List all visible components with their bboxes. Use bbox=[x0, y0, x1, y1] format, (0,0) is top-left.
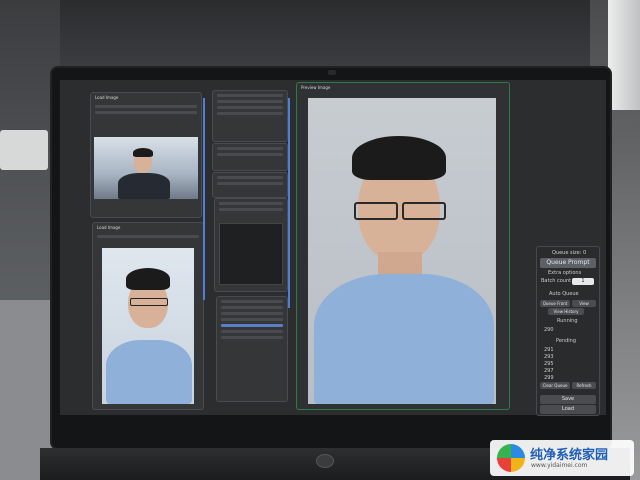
load-button[interactable]: Load bbox=[540, 405, 596, 414]
webcam bbox=[328, 70, 336, 75]
view-queue-button[interactable]: View bbox=[572, 300, 596, 307]
node-field[interactable] bbox=[217, 100, 283, 103]
pending-item: 291 bbox=[544, 347, 554, 353]
node-field[interactable] bbox=[217, 106, 283, 109]
node-field[interactable] bbox=[95, 111, 197, 114]
workflow-node[interactable] bbox=[216, 296, 288, 402]
desk-lamp bbox=[608, 0, 640, 110]
queue-front-button[interactable]: Queue Front bbox=[540, 300, 570, 307]
refresh-button[interactable]: Refresh bbox=[572, 382, 596, 389]
node-field[interactable] bbox=[217, 94, 283, 97]
queue-size-label: Queue size: 0 bbox=[552, 250, 587, 256]
node-title: Load Image bbox=[97, 225, 121, 230]
workflow-node[interactable] bbox=[212, 90, 288, 142]
background-keyboard bbox=[0, 130, 48, 170]
node-wire bbox=[203, 98, 205, 300]
pending-item: 297 bbox=[544, 368, 554, 374]
queue-prompt-button[interactable]: Queue Prompt bbox=[540, 258, 596, 268]
workflow-node[interactable] bbox=[212, 143, 288, 171]
node-field[interactable] bbox=[217, 112, 283, 115]
node-field[interactable] bbox=[221, 336, 283, 339]
node-wire bbox=[288, 98, 290, 308]
portrait-photo bbox=[102, 248, 194, 404]
node-field[interactable] bbox=[97, 235, 199, 238]
preview-photo bbox=[308, 98, 496, 404]
laptop-power-button bbox=[316, 454, 334, 468]
node-title: Load Image bbox=[95, 95, 119, 100]
pending-item: 295 bbox=[544, 361, 554, 367]
batch-count-input[interactable]: 1 bbox=[572, 278, 594, 285]
node-field[interactable] bbox=[217, 182, 283, 185]
node-field[interactable] bbox=[95, 105, 197, 108]
save-button[interactable]: Save bbox=[540, 395, 596, 404]
node-title: Preview Image bbox=[301, 85, 331, 90]
node-field[interactable] bbox=[221, 312, 283, 315]
pending-item: 293 bbox=[544, 354, 554, 360]
node-field[interactable] bbox=[219, 202, 283, 205]
watermark-title: 纯净系统家园 bbox=[530, 448, 609, 463]
watermark-url: www.yidaimei.com bbox=[531, 462, 588, 469]
node-field[interactable] bbox=[219, 208, 283, 211]
node-field[interactable] bbox=[221, 330, 283, 333]
node-field[interactable] bbox=[217, 153, 283, 156]
pending-label: Pending bbox=[556, 338, 576, 344]
clear-queue-button[interactable]: Clear Queue bbox=[540, 382, 570, 389]
running-item: 290 bbox=[544, 327, 554, 333]
workflow-node[interactable] bbox=[212, 172, 288, 198]
node-field[interactable] bbox=[221, 300, 283, 303]
node-field[interactable] bbox=[221, 306, 283, 309]
watermark-logo-icon bbox=[497, 444, 525, 472]
extra-options-label: Extra options bbox=[548, 270, 582, 276]
node-field[interactable] bbox=[217, 176, 283, 179]
view-history-button[interactable]: View History bbox=[548, 308, 584, 315]
batch-count-label: Batch count bbox=[541, 278, 572, 284]
workflow-node[interactable] bbox=[214, 198, 288, 292]
pending-item: 299 bbox=[544, 375, 554, 381]
webcam-photo bbox=[94, 137, 198, 199]
node-field[interactable] bbox=[221, 324, 283, 327]
auto-queue-label: Auto Queue bbox=[549, 291, 579, 297]
running-label: Running bbox=[557, 318, 578, 324]
node-field[interactable] bbox=[221, 318, 283, 321]
node-field[interactable] bbox=[217, 147, 283, 150]
